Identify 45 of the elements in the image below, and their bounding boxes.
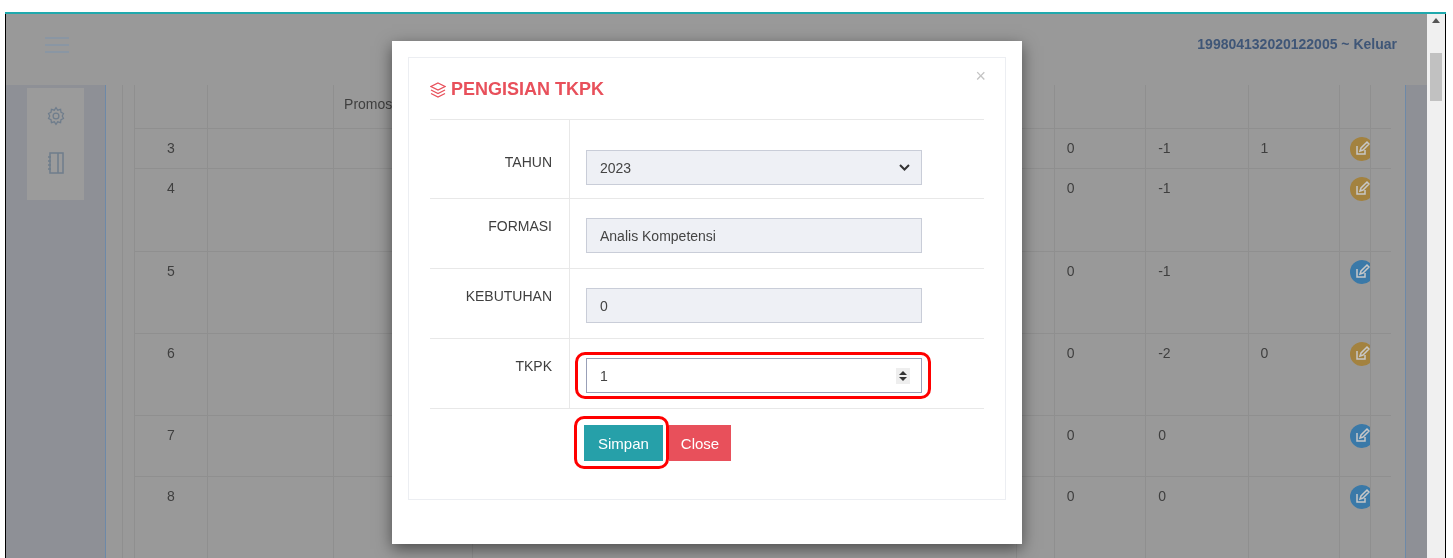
notebook-icon[interactable] [47, 152, 64, 174]
edit-icon[interactable] [1350, 342, 1370, 366]
row-number: 6 [167, 345, 175, 361]
table-cell: 0 [1066, 263, 1075, 279]
close-button[interactable]: Close [668, 425, 732, 461]
settings-icon[interactable] [45, 106, 66, 126]
table-cell: 0 [1158, 488, 1166, 504]
table-cell: 0 [1260, 345, 1269, 361]
edit-icon[interactable] [1350, 177, 1370, 201]
table-cell: 0 [1066, 427, 1075, 443]
row-number: 3 [167, 140, 175, 156]
year-dropdown[interactable]: 2023 [586, 150, 922, 185]
spinner-icon[interactable] [896, 367, 910, 384]
row-number: 8 [167, 488, 175, 504]
chevron-down-icon [899, 164, 910, 171]
scrollbar[interactable] [1427, 14, 1445, 558]
edit-icon[interactable] [1350, 485, 1370, 509]
table-cell: 0 [1066, 345, 1075, 361]
modal-title: PENGISIAN TKPK [451, 79, 605, 100]
field-label: FORMASI [488, 218, 552, 234]
row-number: 5 [167, 263, 175, 279]
input-field[interactable]: 0 [586, 288, 922, 323]
field-label: KEBUTUHAN [465, 288, 552, 304]
number-field[interactable]: 1 [586, 358, 922, 393]
row-number: 7 [167, 427, 175, 443]
scroll-up-icon[interactable] [1432, 18, 1440, 23]
table-cell: -1 [1158, 140, 1171, 156]
field-label: TKPK [515, 358, 552, 374]
edit-icon[interactable] [1350, 260, 1370, 284]
layers-icon [430, 81, 446, 98]
table-cell: -1 [1158, 263, 1171, 279]
input-field[interactable]: Analis Kompetensi [586, 218, 922, 253]
table-cell: -2 [1158, 345, 1171, 361]
table-cell: 0 [1158, 427, 1166, 443]
edit-icon[interactable] [1350, 424, 1370, 448]
table-cell: 0 [1066, 488, 1075, 504]
table-cell: 0 [1066, 180, 1075, 196]
table-cell: Promos [344, 96, 393, 112]
table-cell: 0 [1066, 140, 1075, 156]
field-label: TAHUN [504, 154, 552, 170]
table-cell: 1 [1260, 140, 1269, 156]
table-cell: -1 [1158, 180, 1171, 196]
scrollbar-thumb[interactable] [1430, 53, 1442, 101]
row-number: 4 [167, 180, 175, 196]
edit-icon[interactable] [1350, 137, 1370, 161]
